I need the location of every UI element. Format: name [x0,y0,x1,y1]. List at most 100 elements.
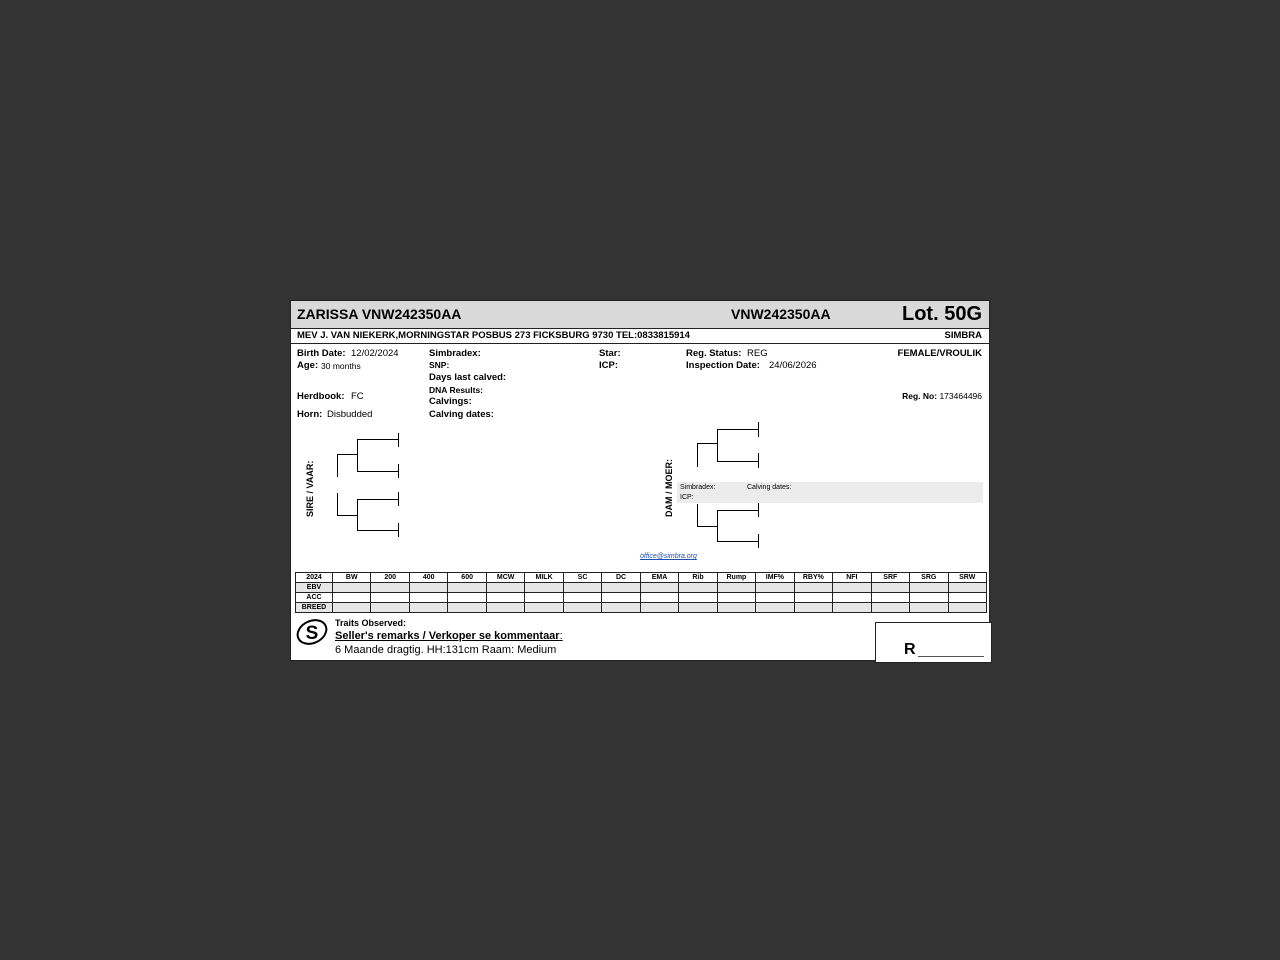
seller-remarks-text: 6 Maande dragtig. HH:131cm Raam: Medium [335,644,557,656]
ebv-row: ACC [295,592,987,603]
ebv-cell [639,582,680,593]
ebv-header-cell: Rump [716,572,757,583]
ebv-cell [331,582,372,593]
ebv-cell [870,602,911,613]
ebv-cell [524,602,564,613]
ebv-header-cell: SRG [909,572,949,583]
seller-remarks-label: Seller's remarks / Verkoper se kommentaa… [335,630,560,642]
ebv-header-cell: DC [601,572,641,583]
ebv-cell [331,592,372,603]
ebv-header-cell: NFI [832,572,872,583]
ebv-cell [832,592,872,603]
ebv-cell [639,602,680,613]
ebv-cell [485,582,526,593]
horn-value: Disbudded [327,409,373,420]
ebv-cell [909,602,949,613]
inspection-date-value: 24/06/2026 [769,360,817,371]
ebv-header-cell: RBY% [793,572,834,583]
ebv-cell [870,582,911,593]
ebv-row: BREED [295,602,987,613]
ebv-header-cell: SC [562,572,603,583]
sire-label: SIRE / VAAR: [305,460,315,517]
ebv-cell [678,582,718,593]
ebv-header-cell: 400 [408,572,449,583]
birth-date-label: Birth Date: [297,348,346,359]
ebv-cell [562,592,603,603]
price-box[interactable]: R [875,622,992,663]
logo-letter: S [306,623,319,644]
ebv-cell [832,582,872,593]
ebv-cell [755,602,795,613]
reg-no: Reg. No: 173464496 [902,391,982,401]
ebv-cell [601,592,641,603]
herdbook-label: Herdbook: [297,391,345,402]
star-label: Star: [599,348,621,359]
reg-no-label: Reg. No: [902,391,938,401]
ebv-cell [331,602,372,613]
ebv-cell [485,592,526,603]
ebv-header-cell: Rib [678,572,718,583]
email-link[interactable]: office@simbra.org [640,553,697,560]
ebv-cell [793,602,834,613]
ebv-cell [947,582,987,593]
seller-remarks-heading: Seller's remarks / Verkoper se kommentaa… [335,630,563,642]
reg-status-label: Reg. Status: [686,348,742,359]
price-blank-line [918,656,984,657]
calving-dates-label: Calving dates: [429,409,494,420]
reg-no-value: 173464496 [939,391,982,401]
owner-row: MEV J. VAN NIEKERK,MORNINGSTAR POSBUS 27… [291,328,989,344]
ebv-cell [485,602,526,613]
ebv-cell [793,582,834,593]
ebv-cell [832,602,872,613]
ebv-cell [562,602,603,613]
ebv-cell [370,602,410,613]
ebv-header-cell: EMA [639,572,680,583]
ebv-header-cell: 600 [447,572,487,583]
price-prefix: R [904,641,916,658]
ebv-cell [408,602,449,613]
age-value: 30 months [321,361,361,371]
snp-label: SNP: [429,360,450,370]
ebv-cell [447,582,487,593]
ebv-row-label: BREED [295,602,333,613]
sex-label: FEMALE/VROULIK [897,348,982,359]
dam-calving-dates-label: Calving dates: [747,484,792,491]
ebv-cell [524,592,564,603]
ebv-table: 2024 BW 200 400 600 MCW MILK SC DC EMA Rib Rump IMF%… [295,572,987,613]
horn-label: Horn: [297,409,323,420]
ebv-header-cell: 2024 [295,572,333,583]
ebv-cell [562,582,603,593]
ebv-header-row: 2024 BW 200 400 600 MCW MILK SC DC EMA Rib Rump IMF%… [295,572,987,583]
traits-observed-label: Traits Observed: [335,618,407,628]
ebv-header-cell: MCW [485,572,526,583]
dna-results-label: DNA Results: [429,385,483,395]
lot-card: ZARISSA VNW242350AA VNW242350AA Lot. 50G… [290,300,992,663]
simbra-logo-icon: S [296,619,328,645]
ebv-cell [947,602,987,613]
inspection-date-label: Inspection Date: [686,360,760,371]
ebv-cell [793,592,834,603]
ebv-header-cell: 200 [370,572,410,583]
ebv-cell [408,592,449,603]
ebv-header-cell: IMF% [755,572,795,583]
ebv-row-label: EBV [295,582,333,593]
ebv-row-label: ACC [295,592,333,603]
ebv-cell [524,582,564,593]
ebv-cell [716,602,757,613]
ebv-cell [716,592,757,603]
ebv-cell [909,592,949,603]
ebv-cell [716,582,757,593]
simbradex-label: Simbradex: [429,348,481,359]
owner-details: MEV J. VAN NIEKERK,MORNINGSTAR POSBUS 27… [297,330,690,341]
age-label: Age: [297,360,319,371]
dam-simbradex-label: Simbradex: [680,484,716,491]
ebv-header-cell: MILK [524,572,564,583]
calvings-label: Calvings: [429,396,472,407]
animal-name: ZARISSA VNW242350AA [297,306,462,322]
herdbook-value: FC [351,391,364,402]
ebv-header-cell: SRF [870,572,911,583]
dam-label: DAM / MOER: [664,459,674,517]
ebv-header-cell: SRW [947,572,987,583]
ebv-cell [639,592,680,603]
ebv-row: EBV [295,582,987,593]
